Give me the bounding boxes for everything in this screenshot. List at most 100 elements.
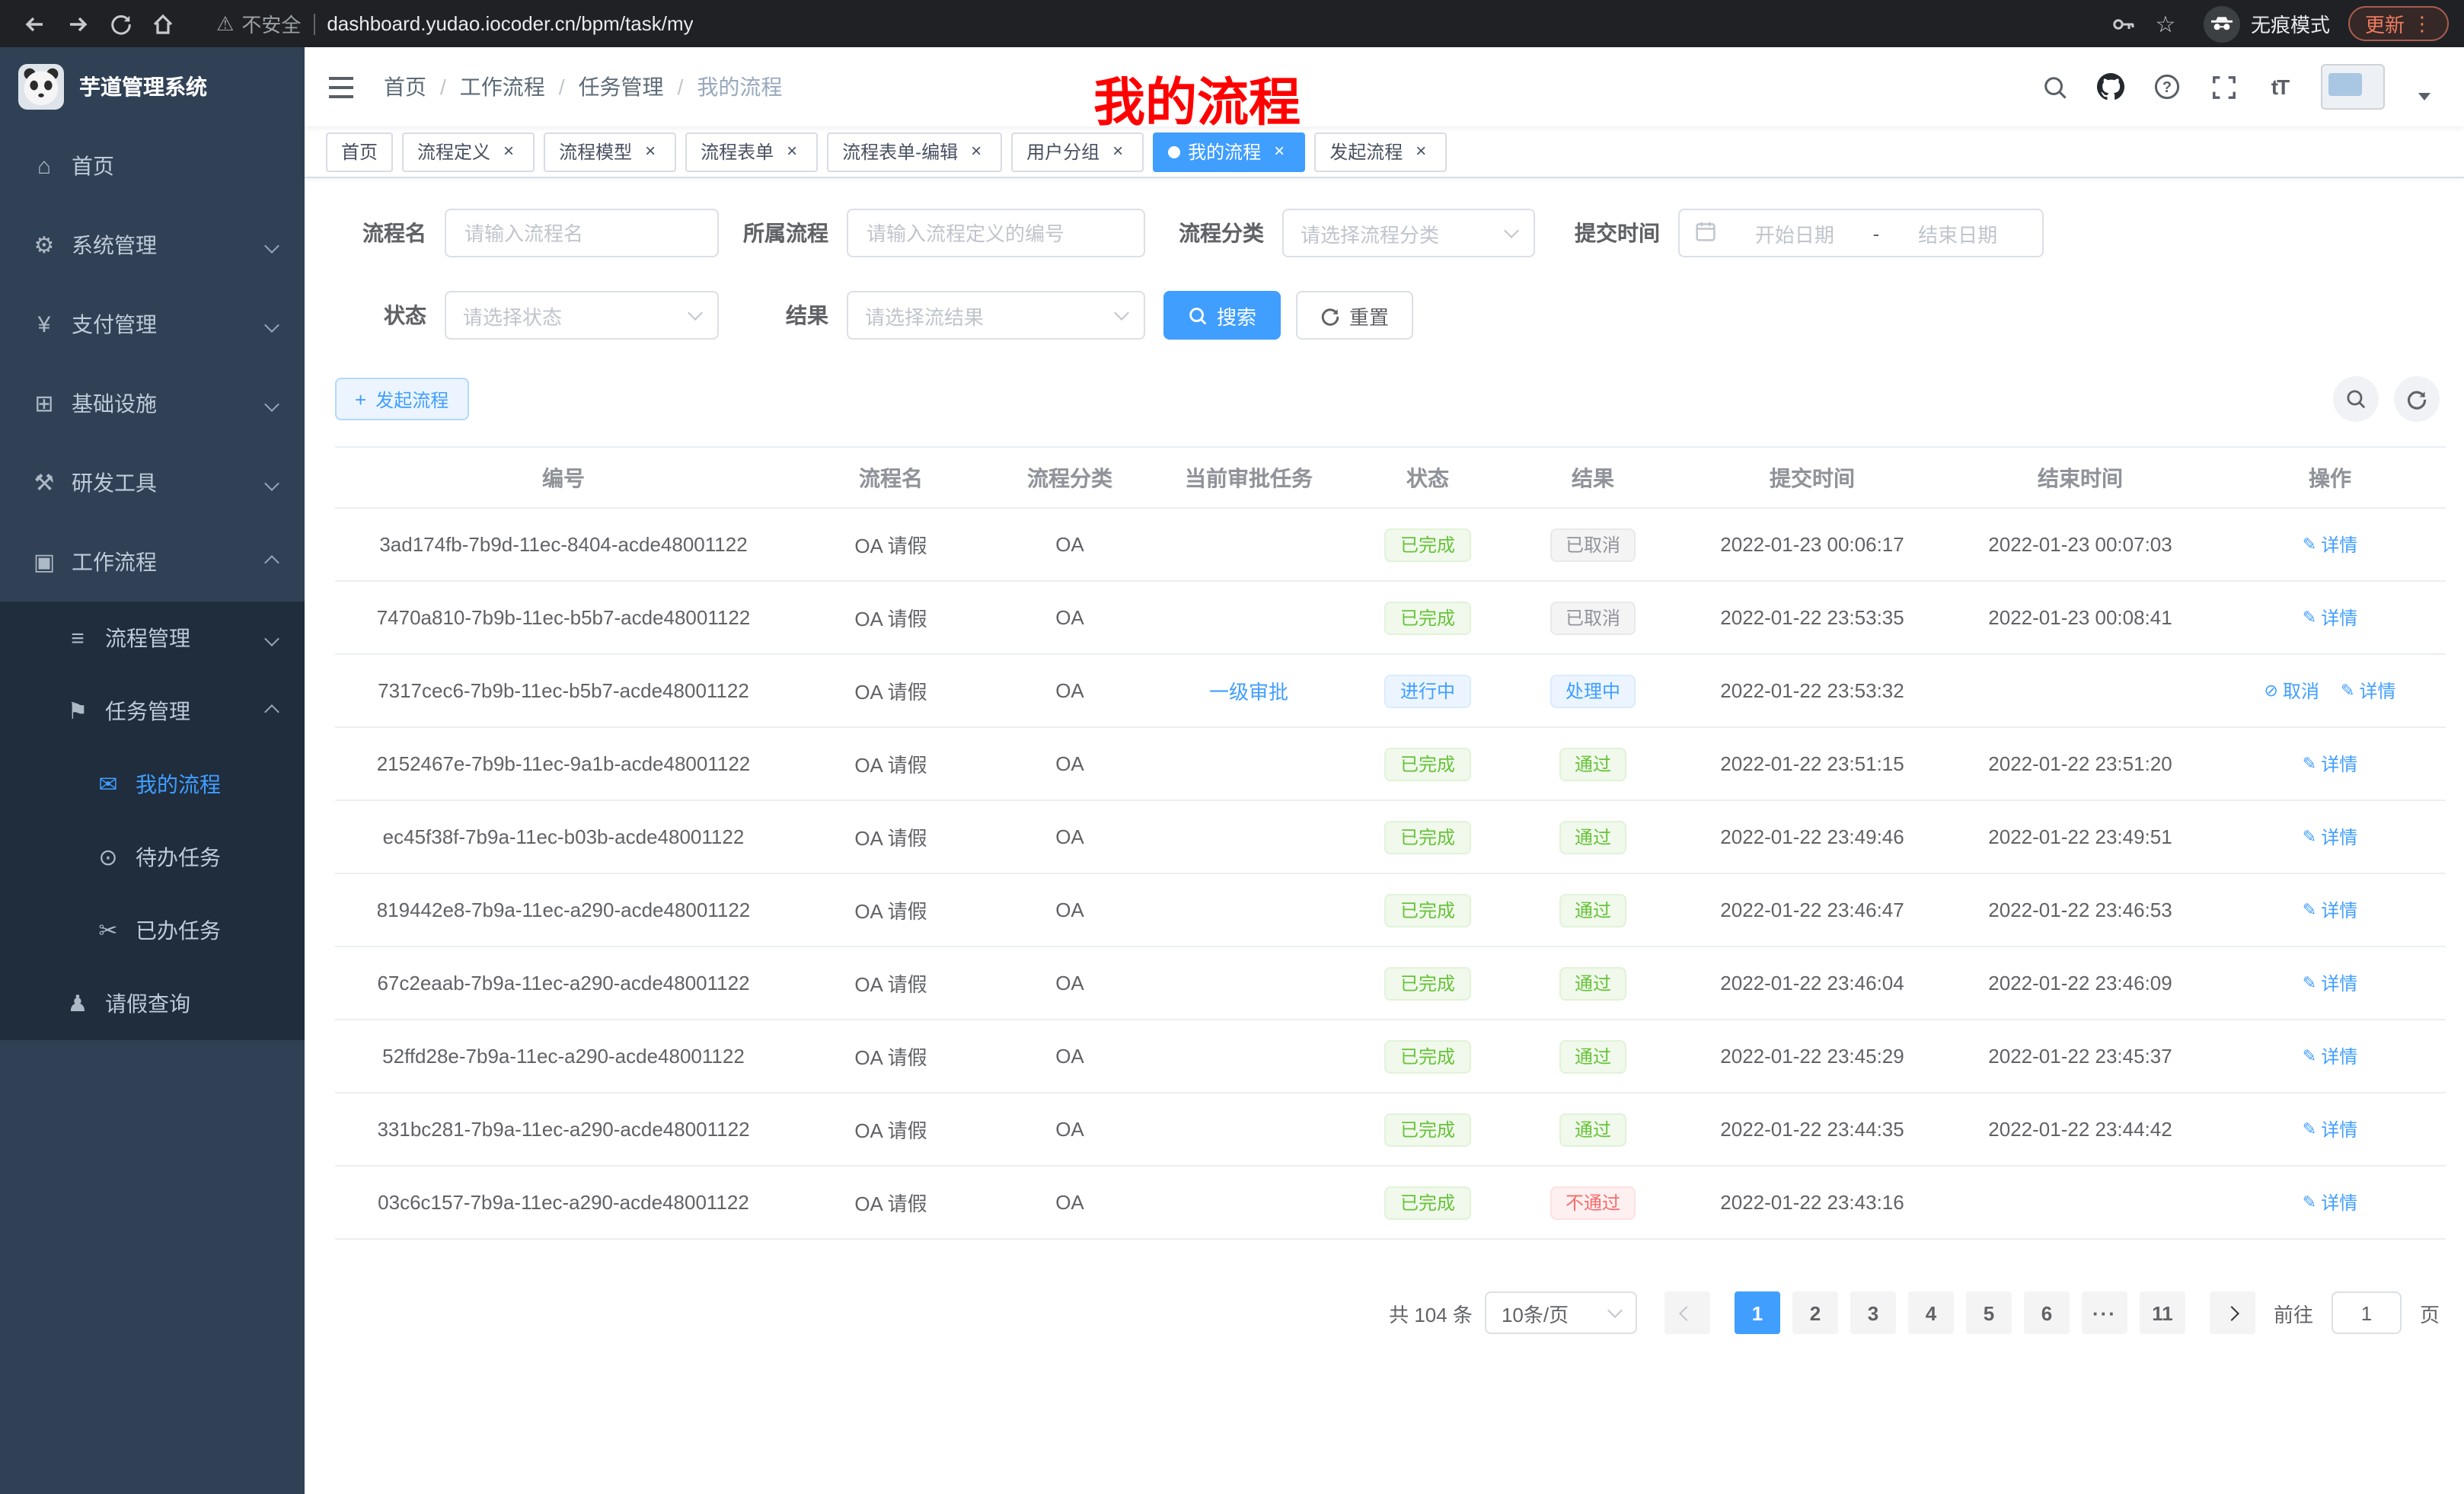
user-avatar[interactable] — [2321, 64, 2385, 110]
close-tab-icon[interactable]: × — [498, 141, 519, 162]
sidebar-item-my-process[interactable]: ✉我的流程 — [0, 748, 305, 821]
sidebar-item-payment-mgmt[interactable]: ¥支付管理 — [0, 285, 305, 364]
tab-process-form-edit[interactable]: 流程表单-编辑× — [827, 132, 1002, 171]
sidebar-item-label: 待办任务 — [136, 842, 221, 873]
detail-action[interactable]: ✎详情 — [2303, 897, 2357, 923]
browser-forward-icon[interactable] — [58, 4, 97, 43]
search-button[interactable]: 搜索 — [1163, 291, 1281, 340]
chevron-down-icon — [688, 305, 703, 321]
tab-home[interactable]: 首页 — [326, 132, 393, 171]
breadcrumb-workflow[interactable]: 工作流程 — [460, 72, 545, 102]
page-size-select[interactable]: 10条/页 — [1485, 1291, 1637, 1334]
tab-process-definition[interactable]: 流程定义× — [402, 132, 535, 171]
submit-time-range-picker[interactable]: 开始日期 - 结束日期 — [1678, 209, 2044, 257]
browser-back-icon[interactable] — [15, 4, 55, 43]
reset-button[interactable]: 重置 — [1296, 291, 1413, 340]
app-logo-row[interactable]: 芋道管理系统 — [0, 47, 305, 126]
browser-update-button[interactable]: 更新 ⋮ — [2348, 6, 2449, 41]
close-tab-icon[interactable]: × — [1410, 141, 1431, 162]
tab-process-form[interactable]: 流程表单× — [685, 132, 818, 171]
prev-page-button[interactable] — [1664, 1291, 1710, 1334]
detail-action[interactable]: ✎详情 — [2303, 1043, 2357, 1069]
browser-refresh-icon[interactable] — [101, 4, 140, 43]
table-row: 819442e8-7b9a-11ec-a290-acde48001122OA 请… — [335, 873, 2446, 947]
help-icon[interactable]: ? — [2152, 72, 2182, 102]
action-label: 取消 — [2283, 678, 2319, 704]
font-size-icon[interactable]: tT — [2265, 72, 2295, 102]
page-button-5[interactable]: 5 — [1966, 1291, 2012, 1334]
detail-action[interactable]: ✎详情 — [2341, 678, 2395, 704]
sidebar-item-label: 基础设施 — [72, 388, 157, 419]
sidebar-item-todo-tasks[interactable]: ⊙待办任务 — [0, 821, 305, 894]
address-divider — [313, 13, 314, 34]
browser-home-icon[interactable] — [143, 4, 183, 43]
close-tab-icon[interactable]: × — [1269, 141, 1290, 162]
sidebar-item-workflow[interactable]: ▣工作流程 — [0, 522, 305, 602]
sidebar-item-label: 工作流程 — [72, 547, 157, 577]
plus-icon: + — [355, 388, 366, 410]
refresh-table-button[interactable] — [2394, 376, 2440, 422]
sidebar-item-process-mgmt[interactable]: ≡流程管理 — [0, 602, 305, 675]
sidebar-menu: ⌂首页⚙系统管理¥支付管理⊞基础设施⚒研发工具▣工作流程≡流程管理⚑任务管理✉我… — [0, 126, 305, 1040]
more-pages-button[interactable]: ··· — [2082, 1291, 2127, 1334]
detail-action[interactable]: ✎详情 — [2303, 1116, 2357, 1142]
address-bar[interactable]: ⚠ 不安全 dashboard.yudao.iocoder.cn/bpm/tas… — [198, 4, 2088, 43]
sidebar-item-dev-tools[interactable]: ⚒研发工具 — [0, 443, 305, 522]
status-badge: 已完成 — [1385, 528, 1470, 561]
close-tab-icon[interactable]: × — [781, 141, 803, 162]
tab-process-model[interactable]: 流程模型× — [544, 132, 676, 171]
current-task-link[interactable]: 一级审批 — [1209, 681, 1288, 704]
result-badge: 通过 — [1559, 1039, 1626, 1073]
cancel-action[interactable]: ⊘取消 — [2265, 678, 2319, 704]
tab-start-process[interactable]: 发起流程× — [1314, 132, 1447, 171]
goto-page-input[interactable] — [2332, 1291, 2402, 1334]
start-process-button[interactable]: + 发起流程 — [335, 378, 468, 420]
page-button-4[interactable]: 4 — [1908, 1291, 1954, 1334]
parent-process-input[interactable] — [847, 209, 1145, 257]
result-select[interactable]: 请选择流结果 — [847, 291, 1145, 340]
status-select[interactable]: 请选择状态 — [445, 291, 719, 340]
next-page-button[interactable] — [2210, 1291, 2255, 1334]
password-key-icon[interactable] — [2103, 4, 2143, 43]
page-button-11[interactable]: 11 — [2140, 1291, 2185, 1334]
page-button-3[interactable]: 3 — [1850, 1291, 1896, 1334]
incognito-badge[interactable]: 无痕模式 — [2204, 5, 2330, 42]
detail-action[interactable]: ✎详情 — [2303, 532, 2357, 557]
show-search-button[interactable] — [2333, 376, 2379, 422]
fullscreen-icon[interactable] — [2208, 72, 2239, 102]
detail-action[interactable]: ✎详情 — [2303, 1189, 2357, 1215]
sidebar-item-infrastructure[interactable]: ⊞基础设施 — [0, 364, 305, 443]
page-button-2[interactable]: 2 — [1792, 1291, 1838, 1334]
close-tab-icon[interactable]: × — [640, 141, 661, 162]
search-icon[interactable] — [2039, 72, 2070, 102]
detail-action[interactable]: ✎详情 — [2303, 970, 2357, 996]
security-chip[interactable]: ⚠ 不安全 — [216, 9, 301, 38]
tab-user-group[interactable]: 用户分组× — [1011, 132, 1144, 171]
process-name-input[interactable] — [445, 209, 719, 257]
sidebar-item-leave-query[interactable]: ♟请假查询 — [0, 967, 305, 1040]
page-button-6[interactable]: 6 — [2024, 1291, 2070, 1334]
category-select[interactable]: 请选择流程分类 — [1282, 209, 1535, 257]
github-icon[interactable] — [2095, 72, 2126, 102]
hamburger-icon[interactable] — [326, 70, 359, 104]
breadcrumb-task-management[interactable]: 任务管理 — [579, 72, 664, 102]
detail-action[interactable]: ✎详情 — [2303, 751, 2357, 777]
breadcrumb-home[interactable]: 首页 — [384, 72, 426, 102]
end-time: 2022-01-22 23:45:37 — [1988, 1045, 2172, 1068]
sidebar-item-home[interactable]: ⌂首页 — [0, 126, 305, 206]
bookmark-star-icon[interactable]: ☆ — [2146, 4, 2185, 43]
sidebar-item-done-tasks[interactable]: ✂已办任务 — [0, 894, 305, 967]
end-time-cell: 2022-01-23 00:08:41 — [1946, 581, 2214, 654]
detail-action[interactable]: ✎详情 — [2303, 824, 2357, 850]
page-button-1[interactable]: 1 — [1735, 1291, 1780, 1334]
tab-my-process[interactable]: 我的流程× — [1153, 132, 1305, 171]
detail-action[interactable]: ✎详情 — [2303, 605, 2357, 630]
caret-down-icon[interactable] — [2418, 93, 2430, 101]
end-date-placeholder[interactable]: 结束日期 — [1888, 219, 2027, 247]
sidebar-item-task-mgmt[interactable]: ⚑任务管理 — [0, 675, 305, 748]
close-tab-icon[interactable]: × — [965, 141, 987, 162]
start-date-placeholder[interactable]: 开始日期 — [1725, 219, 1864, 247]
close-tab-icon[interactable]: × — [1107, 141, 1128, 162]
active-tab-dot — [1168, 145, 1180, 158]
sidebar-item-system-mgmt[interactable]: ⚙系统管理 — [0, 206, 305, 285]
